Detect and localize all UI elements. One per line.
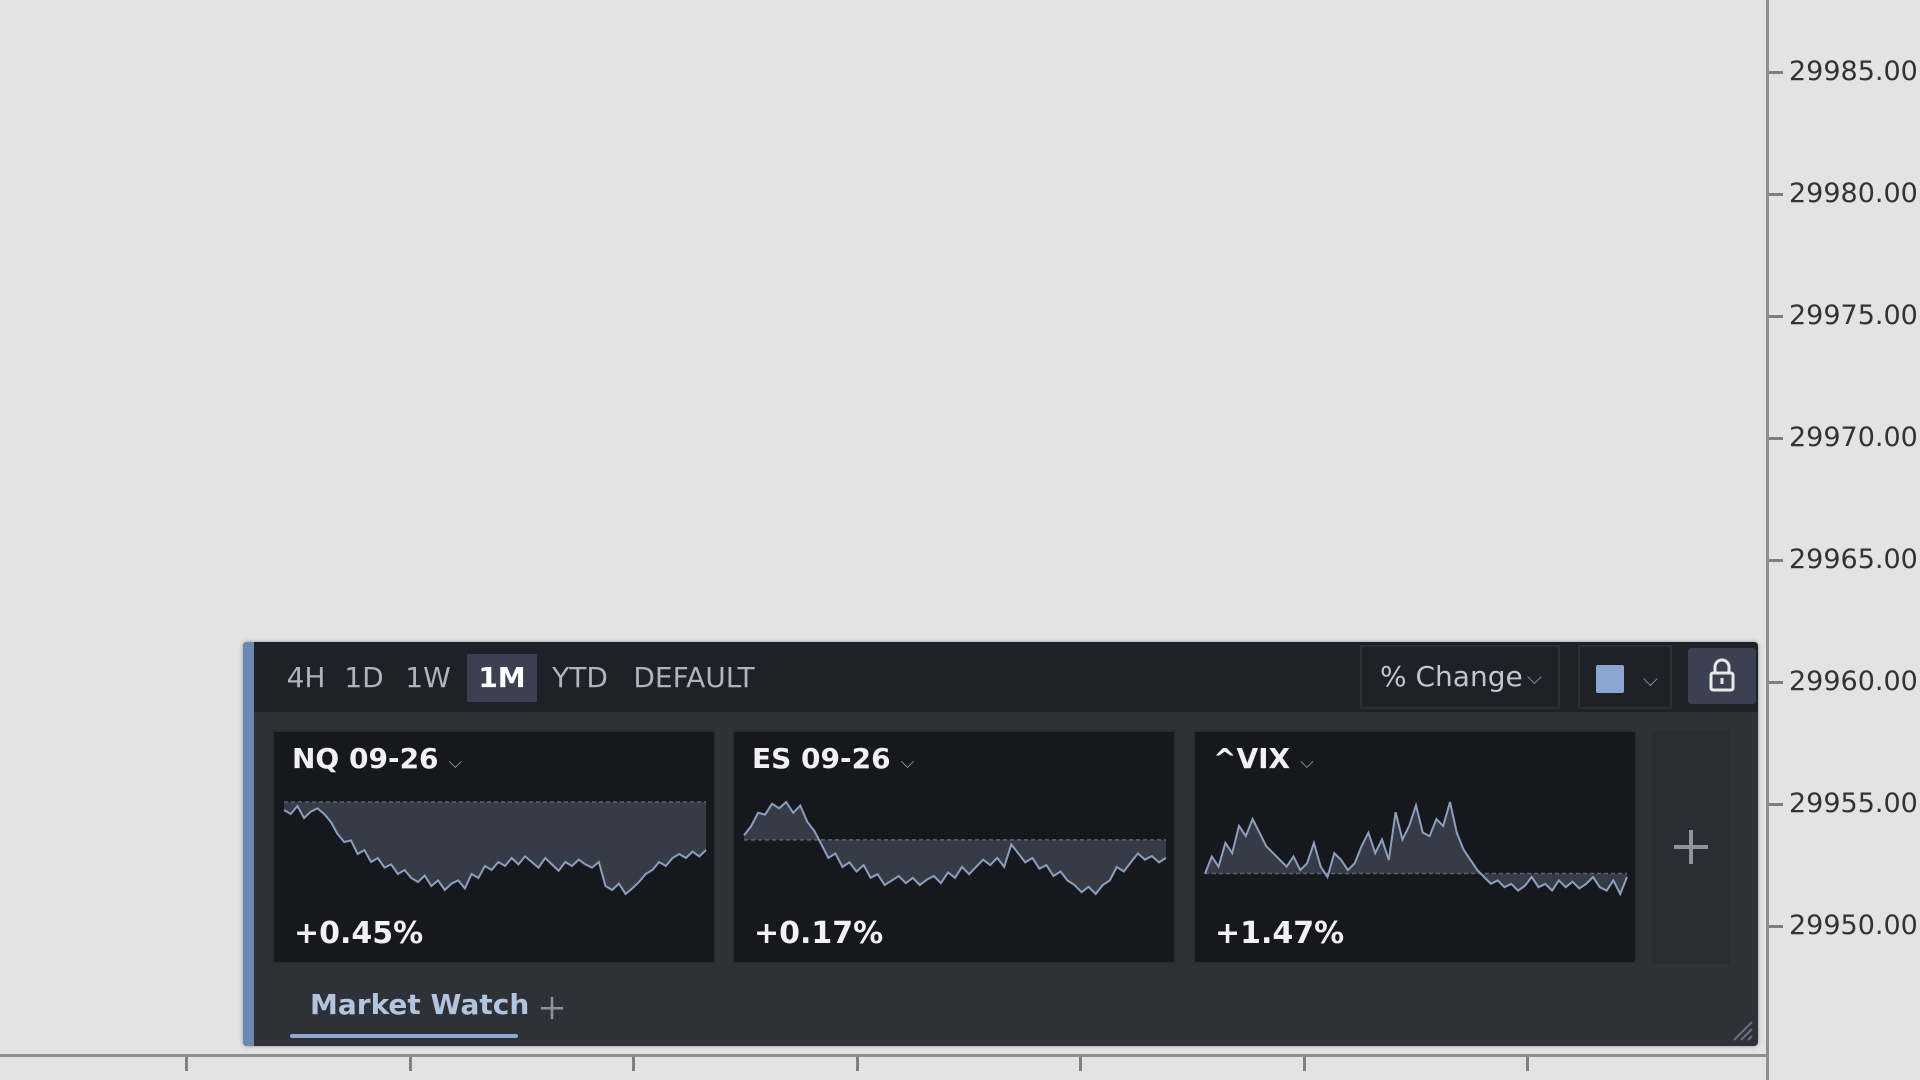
lock-icon: [1709, 658, 1735, 692]
card-symbol: ^VIX: [1213, 742, 1291, 775]
price-axis-label: 29975.00: [1789, 300, 1918, 331]
symbol-card[interactable]: NQ 09-26 ⌵ +0.45%: [272, 730, 716, 964]
price-axis[interactable]: 29985.00 29980.00 29975.00 29970.00 29965.00…: [1766, 0, 1920, 1080]
sparkline-area: [284, 802, 706, 894]
resize-grip-icon[interactable]: [1728, 1016, 1754, 1042]
price-axis-label: 29960.00: [1789, 666, 1918, 697]
card-symbol-header[interactable]: ^VIX ⌵: [1213, 742, 1314, 775]
widget-toolbar: 4H 1D 1W 1M YTD DEFAULT % Change ⌵ ⌵: [254, 642, 1758, 712]
time-axis-tick: [632, 1057, 635, 1071]
metric-select-value: % Change: [1380, 660, 1523, 693]
range-button-ytd[interactable]: YTD: [544, 654, 616, 702]
price-axis-tick: [1769, 193, 1783, 196]
widget-accent-bar: [243, 642, 254, 1046]
price-axis-label: 29980.00: [1789, 178, 1918, 209]
tab-bar: Market Watch: [254, 972, 1758, 1046]
chevron-down-icon: ⌵: [1526, 665, 1542, 689]
price-axis-tick: [1769, 71, 1783, 74]
price-axis-tick: [1769, 803, 1783, 806]
card-change: +0.17%: [754, 916, 884, 951]
range-button-1w[interactable]: 1W: [398, 654, 458, 702]
time-axis-tick: [855, 1057, 859, 1071]
price-axis-label: 29950.00: [1789, 910, 1918, 941]
color-swatch: [1596, 665, 1624, 693]
time-axis-tick: [1302, 1057, 1306, 1071]
price-axis-tick: [1769, 925, 1783, 928]
range-button-4h[interactable]: 4H: [282, 654, 330, 702]
range-button-1d[interactable]: 1D: [340, 654, 388, 702]
metric-select[interactable]: % Change ⌵: [1360, 645, 1560, 709]
chevron-down-icon: ⌵: [1642, 667, 1658, 691]
price-axis-tick: [1769, 437, 1783, 440]
card-change: +1.47%: [1215, 916, 1345, 951]
market-watch-widget[interactable]: 4H 1D 1W 1M YTD DEFAULT % Change ⌵ ⌵ NQ …: [243, 642, 1758, 1046]
sparkline-chart: [743, 800, 1167, 896]
symbol-card[interactable]: ES 09-26 ⌵ +0.17%: [732, 730, 1176, 964]
range-button-1m[interactable]: 1M: [467, 654, 537, 702]
range-button-default[interactable]: DEFAULT: [626, 654, 762, 702]
sparkline-chart: [1204, 801, 1628, 897]
lock-button[interactable]: [1688, 648, 1756, 704]
active-tab-indicator: [290, 1034, 518, 1038]
sparkline-area: [744, 802, 1166, 894]
price-axis-tick: [1769, 315, 1783, 318]
price-axis-tick: [1769, 559, 1783, 562]
time-axis[interactable]: [0, 1054, 1766, 1080]
plus-icon: [541, 997, 563, 1019]
price-axis-label: 29970.00: [1789, 422, 1918, 453]
add-tab-button[interactable]: [532, 988, 572, 1028]
card-symbol: ES 09-26: [752, 742, 891, 775]
price-axis-label: 29955.00: [1789, 788, 1918, 819]
price-axis-tick: [1769, 681, 1783, 684]
card-change: +0.45%: [294, 916, 424, 951]
card-symbol-header[interactable]: NQ 09-26 ⌵: [292, 742, 462, 775]
chevron-down-icon: ⌵: [1300, 752, 1314, 773]
tab-market-watch[interactable]: Market Watch: [290, 980, 549, 1030]
card-symbol: NQ 09-26: [292, 742, 439, 775]
chevron-down-icon: ⌵: [448, 752, 463, 773]
chevron-down-icon: ⌵: [900, 752, 915, 773]
time-axis-tick: [1079, 1057, 1082, 1071]
sparkline-chart: [283, 801, 707, 896]
time-axis-tick: [185, 1057, 188, 1071]
time-axis-tick: [408, 1057, 412, 1071]
plus-icon: [1674, 830, 1708, 864]
add-symbol-button[interactable]: [1652, 730, 1730, 964]
price-axis-label: 29985.00: [1789, 56, 1918, 87]
price-axis-label: 29965.00: [1789, 544, 1918, 575]
color-select[interactable]: ⌵: [1578, 645, 1672, 709]
card-symbol-header[interactable]: ES 09-26 ⌵: [752, 742, 914, 775]
symbol-card[interactable]: ^VIX ⌵ +1.47%: [1193, 730, 1637, 964]
time-axis-tick: [1526, 1057, 1529, 1071]
